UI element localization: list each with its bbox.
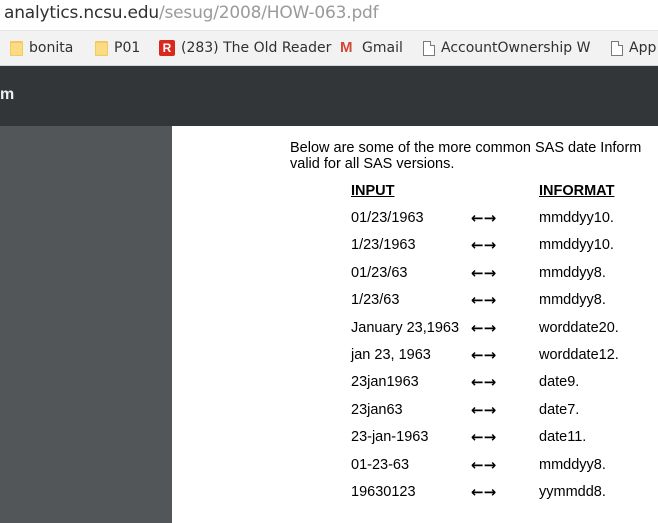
bookmark-bonita[interactable]: bonita xyxy=(10,37,73,59)
input-column-header: INPUT xyxy=(351,183,395,199)
bookmark-account-ownership[interactable]: AccountOwnership W xyxy=(423,37,590,59)
gmail-icon: M xyxy=(340,39,353,56)
table-row: 1/23/1963 ←→ mmddyy10. xyxy=(172,236,658,263)
input-cell: jan 23, 1963 xyxy=(351,347,431,363)
table-row: 01/23/63 ←→ mmddyy8. xyxy=(172,264,658,291)
bookmark-app[interactable]: App xyxy=(611,37,656,59)
input-cell: 1/23/1963 xyxy=(351,237,416,254)
input-cell: 01/23/63 xyxy=(351,264,408,281)
table-row: 01/23/1963 ←→ mmddyy10. xyxy=(172,209,658,236)
url-text[interactable]: analytics.ncsu.edu/sesug/2008/HOW-063.pd… xyxy=(4,2,379,24)
old-reader-icon: R xyxy=(159,40,175,56)
double-arrow-icon: ←→ xyxy=(471,455,497,474)
informat-cell: date7. xyxy=(539,401,580,418)
bookmark-label: bonita xyxy=(29,40,74,56)
input-cell: January 23,1963 xyxy=(351,319,460,336)
input-cell: 01/23/1963 xyxy=(351,210,424,226)
table-row: 01-23-63 ←→ mmddyy8. xyxy=(172,456,658,483)
bookmark-label: AccountOwnership W xyxy=(441,40,591,56)
double-arrow-icon: ←→ xyxy=(471,400,497,419)
double-arrow-icon: ←→ xyxy=(471,373,497,392)
bookmarks-bar: bonita P01 R (283) The Old Reader M Gmai… xyxy=(0,31,658,66)
bookmark-gmail[interactable]: M Gmail xyxy=(340,37,403,59)
double-arrow-icon: ←→ xyxy=(471,346,497,364)
page-icon xyxy=(611,40,623,56)
double-arrow-icon: ←→ xyxy=(471,291,497,310)
intro-text: Below are some of the more common SAS da… xyxy=(290,140,641,172)
table-row: 23-jan-1963 ←→ date11. xyxy=(172,428,658,455)
intro-line-1: Below are some of the more common SAS da… xyxy=(290,140,642,156)
double-arrow-icon: ←→ xyxy=(471,428,497,447)
double-arrow-icon: ←→ xyxy=(471,209,497,227)
double-arrow-icon: ←→ xyxy=(471,236,497,255)
bookmark-label: (283) The Old Reader xyxy=(181,40,332,56)
url-path: /sesug/2008/HOW-063.pdf xyxy=(158,3,379,23)
input-cell: 23-jan-1963 xyxy=(351,429,429,446)
informat-cell: mmddyy10. xyxy=(539,237,614,254)
bookmark-old-reader[interactable]: R (283) The Old Reader xyxy=(159,37,331,59)
double-arrow-icon: ←→ xyxy=(471,483,497,501)
informat-cell: mmddyy8. xyxy=(539,292,606,309)
double-arrow-icon: ←→ xyxy=(471,263,497,282)
informat-cell: date11. xyxy=(539,429,587,446)
table-row: January 23,1963 ←→ worddate20. xyxy=(172,319,658,346)
address-bar[interactable]: analytics.ncsu.edu/sesug/2008/HOW-063.pd… xyxy=(0,0,658,31)
bookmark-label: App xyxy=(629,40,657,56)
viewer-background xyxy=(0,126,172,523)
bookmark-label: P01 xyxy=(114,40,141,56)
bookmark-label: Gmail xyxy=(362,40,403,56)
pdf-toolbar: m xyxy=(0,66,658,126)
table-row: 1/23/63 ←→ mmddyy8. xyxy=(172,291,658,318)
table-row: 19630123 ←→ yymmdd8. xyxy=(172,483,658,510)
informat-cell: worddate20. xyxy=(539,319,619,336)
url-host: analytics.ncsu.edu xyxy=(4,3,159,23)
pdf-page: Below are some of the more common SAS da… xyxy=(172,126,658,523)
informat-cell: worddate12. xyxy=(539,347,619,363)
informat-cell: date9. xyxy=(539,374,580,391)
input-cell: 19630123 xyxy=(351,484,416,500)
double-arrow-icon: ←→ xyxy=(471,318,497,337)
input-cell: 23jan63 xyxy=(351,401,403,418)
input-cell: 1/23/63 xyxy=(351,292,400,309)
informat-cell: yymmdd8. xyxy=(539,484,606,500)
document-title: m xyxy=(0,86,15,103)
informat-cell: mmddyy8. xyxy=(539,456,606,473)
table-row: jan 23, 1963 ←→ worddate12. xyxy=(172,346,658,373)
intro-line-2: valid for all SAS versions. xyxy=(290,156,455,172)
page-icon xyxy=(423,40,435,56)
folder-icon xyxy=(10,40,23,56)
informat-cell: mmddyy8. xyxy=(539,264,606,281)
input-cell: 23jan1963 xyxy=(351,374,419,391)
table-row: 23jan1963 ←→ date9. xyxy=(172,373,658,400)
informat-column-header: INFORMAT xyxy=(539,183,615,199)
input-cell: 01-23-63 xyxy=(351,456,410,473)
bookmark-p01[interactable]: P01 xyxy=(95,37,140,59)
folder-icon xyxy=(95,40,108,56)
table-row: 23jan63 ←→ date7. xyxy=(172,401,658,428)
informat-cell: mmddyy10. xyxy=(539,210,614,226)
